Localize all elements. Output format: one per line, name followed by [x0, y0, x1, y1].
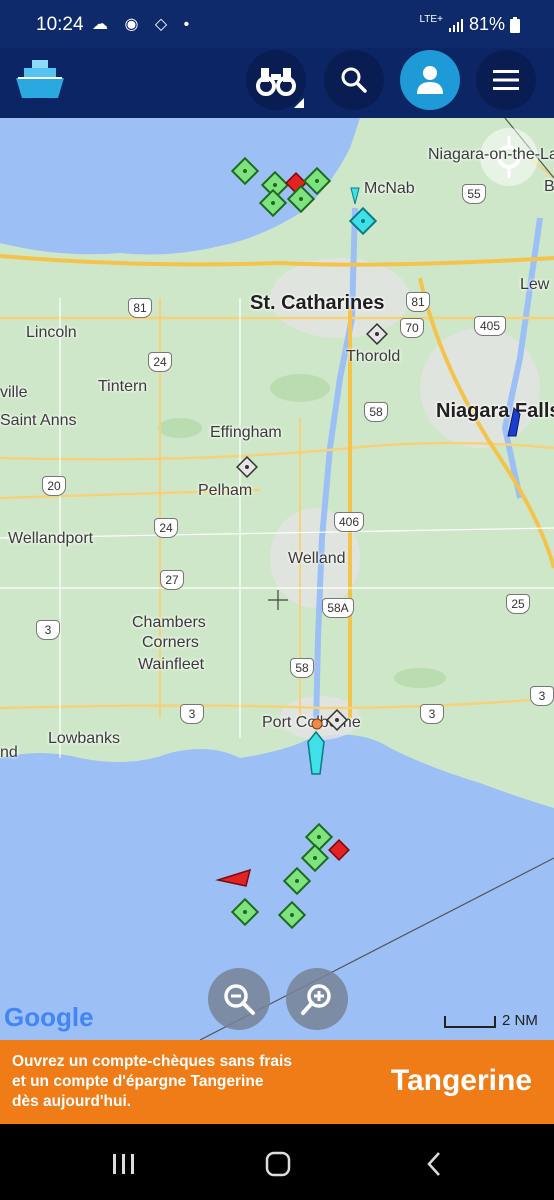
battery-label: 81% — [468, 14, 505, 34]
vessel-blue-icon — [507, 406, 521, 437]
account-button[interactable] — [400, 50, 460, 110]
vessel-red-icon — [215, 868, 252, 887]
binoculars-icon — [256, 68, 296, 96]
vessel-green-icon — [304, 822, 334, 852]
ad-line: et un compte d'épargne Tangerine — [12, 1073, 264, 1090]
vessel-cyan-icon — [307, 730, 325, 775]
vessel-anchor-icon — [366, 323, 388, 345]
notification-icons: ☁ ◉ ◇ • — [92, 16, 196, 33]
map-view[interactable]: Niagara-on-the-Lake McNab St. Catharines… — [0, 118, 554, 1040]
back-button[interactable] — [404, 1146, 464, 1182]
system-nav-bar — [0, 1124, 554, 1200]
menu-button[interactable] — [476, 50, 536, 110]
vessel-green-icon — [282, 866, 312, 896]
zoom-in-button[interactable] — [286, 968, 348, 1030]
status-right: LTE+ 81% — [419, 14, 520, 35]
recent-apps-icon — [113, 1154, 134, 1174]
zoom-out-icon — [224, 984, 255, 1015]
vessel-anchor-icon — [326, 709, 348, 731]
vessel-red-icon — [328, 839, 350, 861]
vessel-anchor-icon — [236, 456, 258, 478]
vessel-green-icon — [258, 188, 288, 218]
binoculars-button[interactable] — [246, 50, 306, 110]
search-icon — [341, 67, 367, 93]
user-icon — [417, 66, 443, 94]
vessel-markers — [215, 156, 521, 930]
recent-apps-button[interactable] — [94, 1146, 154, 1182]
vessel-green-icon — [300, 843, 330, 873]
ad-banner[interactable]: Ouvrez un compte-chèques sans frais et u… — [0, 1040, 554, 1124]
signal-icon — [448, 19, 463, 33]
vessel-green-icon — [230, 156, 260, 186]
battery-icon — [510, 17, 520, 34]
home-button[interactable] — [248, 1146, 308, 1182]
network-label: LTE+ — [419, 14, 443, 25]
menu-icon — [493, 70, 519, 90]
ad-text: Ouvrez un compte-chèques sans frais et u… — [12, 1052, 372, 1112]
back-icon — [427, 1152, 440, 1176]
vessel-orange-icon — [311, 718, 323, 730]
vessel-green-icon — [277, 900, 307, 930]
zoom-in-icon — [301, 984, 331, 1015]
search-button[interactable] — [324, 50, 384, 110]
vessel-green-icon — [286, 184, 316, 214]
scale-label: 2 NM — [502, 1012, 538, 1029]
vessel-green-icon — [230, 897, 260, 927]
home-icon — [265, 1151, 291, 1177]
vessel-cyan-icon — [348, 187, 378, 236]
ship-logo-icon[interactable] — [14, 56, 66, 104]
status-time: 10:24 — [36, 14, 84, 35]
vessel-green-icon — [302, 166, 332, 196]
dropdown-corner-icon — [294, 98, 304, 108]
zoom-out-button[interactable] — [208, 968, 270, 1030]
scale-bar — [444, 1016, 496, 1028]
status-bar: 10:24 ☁ ◉ ◇ • LTE+ 81% — [0, 0, 554, 48]
ad-line: Ouvrez un compte-chèques sans frais — [12, 1053, 292, 1070]
ad-brand-logo: Tangerine — [390, 1064, 532, 1097]
ad-line: dès aujourd'hui. — [12, 1093, 132, 1110]
google-attribution: Google — [4, 1002, 94, 1032]
